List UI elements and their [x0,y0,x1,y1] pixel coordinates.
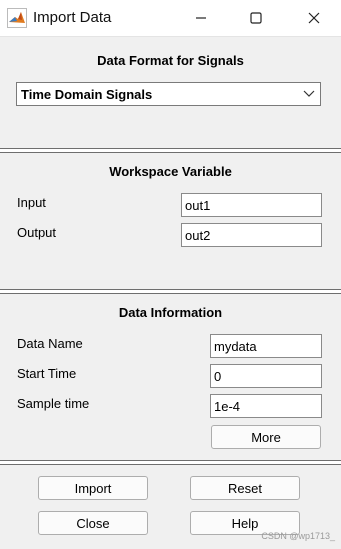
signal-format-value: Time Domain Signals [21,87,153,102]
title-bar[interactable]: Import Data [0,0,341,37]
minimize-button[interactable] [177,0,225,36]
data-format-heading: Data Format for Signals [97,53,244,68]
output-variable-field[interactable] [181,223,322,247]
output-label: Output [17,225,57,240]
watermark-text: CSDN @wp1713_ [261,531,335,541]
signal-format-dropdown[interactable]: Time Domain Signals [16,82,321,106]
start-time-field[interactable] [210,364,322,388]
input-label: Input [17,195,46,210]
sample-time-label: Sample time [17,396,90,411]
minimize-icon [196,17,206,19]
section-divider [0,289,341,294]
section-divider [0,148,341,153]
reset-button[interactable]: Reset [190,476,300,500]
maximize-button[interactable] [232,0,280,36]
maximize-icon [250,12,262,24]
matlab-logo-icon [7,8,27,28]
data-name-label: Data Name [17,336,83,351]
import-button[interactable]: Import [38,476,148,500]
start-time-label: Start Time [17,366,77,381]
workspace-heading: Workspace Variable [109,164,232,179]
close-icon [308,12,320,24]
sample-time-field[interactable] [210,394,322,418]
data-name-field[interactable] [210,334,322,358]
data-info-heading: Data Information [118,305,223,320]
more-button[interactable]: More [211,425,321,449]
close-window-button[interactable] [290,0,338,36]
input-variable-field[interactable] [181,193,322,217]
close-button[interactable]: Close [38,511,148,535]
section-divider [0,460,341,465]
window-title: Import Data [33,9,112,26]
chevron-down-icon [303,90,315,97]
